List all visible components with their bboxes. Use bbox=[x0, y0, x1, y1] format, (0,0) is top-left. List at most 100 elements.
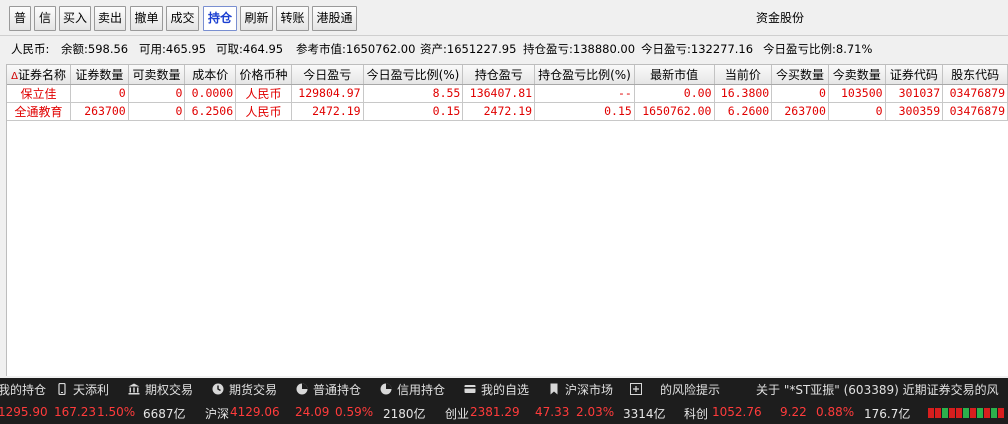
sort-indicator-icon: Δ bbox=[11, 70, 18, 82]
btn-normal[interactable]: 普 bbox=[9, 6, 31, 31]
col-header-currency[interactable]: 价格币种 bbox=[235, 65, 292, 85]
cell-sell-today: 103500 bbox=[828, 84, 886, 103]
cell-market-value: 1650762.00 bbox=[634, 102, 715, 121]
nav-add[interactable] bbox=[630, 381, 647, 399]
bookmark-icon bbox=[550, 383, 558, 395]
account-summary: 人民币: 余额:598.56 可用:465.95 可取:464.95 参考市值:… bbox=[0, 37, 1008, 62]
card-icon bbox=[464, 385, 476, 393]
btn-holdings[interactable]: 持仓 bbox=[203, 6, 237, 31]
cell-quantity: 263700 bbox=[70, 102, 129, 121]
cell-today-pl: 2472.19 bbox=[291, 102, 364, 121]
cell-cost-price: 0.0000 bbox=[184, 84, 237, 103]
sh-index-change: 167.23 bbox=[54, 405, 96, 419]
cy-index-label[interactable]: 创业 bbox=[445, 405, 469, 422]
cell-name: 保立佳 bbox=[7, 84, 72, 103]
holdings-table: Δ证券名称 证券数量 可卖数量 成本价 价格币种 今日盈亏 今日盈亏比例(%) … bbox=[7, 65, 1008, 121]
btn-transfer[interactable]: 转账 bbox=[276, 6, 309, 31]
toolbar: 普 信 买入 卖出 撤单 成交 持仓 刷新 转账 港股通 资金股份 bbox=[0, 0, 1008, 36]
pie-chart-icon bbox=[296, 383, 308, 395]
col-header-buy-today[interactable]: 今买数量 bbox=[771, 65, 829, 85]
cell-today-pl: 129804.97 bbox=[291, 84, 364, 103]
cell-sellable: 0 bbox=[128, 84, 186, 103]
col-header-name[interactable]: Δ证券名称 bbox=[7, 65, 72, 85]
col-header-sellable[interactable]: 可卖数量 bbox=[128, 65, 186, 85]
kc-index-pct: 0.88% bbox=[816, 405, 855, 419]
kc-index-change: 9.22 bbox=[780, 405, 807, 419]
cell-position-pl: 136407.81 bbox=[462, 84, 536, 103]
nav-watchlist[interactable]: 我的自选 bbox=[464, 381, 529, 399]
btn-cancel-order[interactable]: 撤单 bbox=[130, 6, 163, 31]
table-row[interactable]: 全通教育 263700 0 6.2506 人民币 2472.19 0.15 24… bbox=[7, 102, 1008, 121]
panel-title: 资金股份 bbox=[755, 11, 804, 25]
hs-index-pct: 0.59% bbox=[335, 405, 374, 419]
status-bar: 我的持仓 天添利 期权交易 期货交易 普通持仓 信用持仓 我的自选 沪深市场 的… bbox=[0, 378, 1008, 424]
cell-sellable: 0 bbox=[128, 102, 186, 121]
hs-index-label[interactable]: 沪深 bbox=[205, 405, 229, 422]
col-header-position-pl[interactable]: 持仓盈亏 bbox=[462, 65, 536, 85]
balance-value: 余额:598.56 bbox=[61, 42, 129, 56]
nav-credit-holdings[interactable]: 信用持仓 bbox=[380, 381, 445, 399]
cell-security-code: 300359 bbox=[885, 102, 944, 121]
pie-chart-icon bbox=[380, 383, 392, 395]
holdings-grid[interactable]: Δ证券名称 证券数量 可卖数量 成本价 价格币种 今日盈亏 今日盈亏比例(%) … bbox=[6, 64, 1008, 376]
nav-options[interactable]: 期权交易 bbox=[128, 381, 193, 399]
col-header-current-price[interactable]: 当前价 bbox=[714, 65, 773, 85]
btn-buy[interactable]: 买入 bbox=[59, 6, 91, 31]
col-header-quantity[interactable]: 证券数量 bbox=[70, 65, 129, 85]
col-header-cost-price[interactable]: 成本价 bbox=[184, 65, 237, 85]
cell-buy-today: 0 bbox=[771, 84, 829, 103]
col-header-holder-code[interactable]: 股东代码 bbox=[942, 65, 1008, 85]
col-header-position-pl-ratio[interactable]: 持仓盈亏比例(%) bbox=[534, 65, 635, 85]
sh-index-pct: 1.50% bbox=[97, 405, 136, 419]
withdrawable-value: 可取:464.95 bbox=[216, 42, 284, 56]
nav-shsz-market[interactable]: 沪深市场 bbox=[548, 381, 613, 399]
cell-sell-today: 0 bbox=[828, 102, 886, 121]
cell-position-pl-ratio: -- bbox=[534, 84, 635, 103]
cell-cost-price: 6.2506 bbox=[184, 102, 237, 121]
market-breadth-icon bbox=[928, 408, 1006, 418]
cell-buy-today: 263700 bbox=[771, 102, 829, 121]
sh-index-value: 1295.90 bbox=[0, 405, 48, 419]
market-value: 参考市值:1650762.00 bbox=[296, 42, 416, 56]
kc-index-amount: 176.7亿 bbox=[864, 407, 911, 421]
quick-nav: 我的持仓 天添利 期权交易 期货交易 普通持仓 信用持仓 我的自选 沪深市场 的… bbox=[0, 378, 1008, 401]
col-header-sell-today[interactable]: 今卖数量 bbox=[828, 65, 886, 85]
cell-name: 全通教育 bbox=[7, 102, 72, 121]
cell-currency: 人民币 bbox=[235, 102, 292, 121]
hs-index-amount: 2180亿 bbox=[383, 407, 426, 421]
cy-index-pct: 2.03% bbox=[576, 405, 615, 419]
col-header-today-pl-ratio[interactable]: 今日盈亏比例(%) bbox=[363, 65, 464, 85]
cell-current-price: 16.3800 bbox=[714, 84, 773, 103]
cell-market-value: 0.00 bbox=[634, 84, 715, 103]
table-row[interactable]: 保立佳 0 0 0.0000 人民币 129804.97 8.55 136407… bbox=[7, 84, 1008, 103]
nav-tiantianli[interactable]: 天添利 bbox=[56, 381, 109, 399]
bank-icon bbox=[128, 383, 140, 395]
btn-refresh[interactable]: 刷新 bbox=[240, 6, 273, 31]
col-header-security-code[interactable]: 证券代码 bbox=[885, 65, 944, 85]
nav-normal-holdings[interactable]: 普通持仓 bbox=[296, 381, 361, 399]
kc-index-value: 1052.76 bbox=[712, 405, 762, 419]
cell-position-pl: 2472.19 bbox=[462, 102, 536, 121]
cell-today-pl-ratio: 8.55 bbox=[363, 84, 464, 103]
table-header-row: Δ证券名称 证券数量 可卖数量 成本价 价格币种 今日盈亏 今日盈亏比例(%) … bbox=[7, 65, 1008, 85]
risk-notice-link[interactable]: 关于 "*ST亚振" (603389) 近期证券交易的风 bbox=[756, 381, 999, 399]
col-header-market-value[interactable]: 最新市值 bbox=[634, 65, 715, 85]
cell-holder-code: 03476879 bbox=[942, 84, 1008, 103]
today-pl-value: 今日盈亏:132277.16 bbox=[641, 42, 754, 56]
btn-hk-connect[interactable]: 港股通 bbox=[312, 6, 357, 31]
nav-futures[interactable]: 期货交易 bbox=[212, 381, 277, 399]
hs-index-value: 4129.06 bbox=[230, 405, 280, 419]
btn-deals[interactable]: 成交 bbox=[166, 6, 199, 31]
col-header-today-pl[interactable]: 今日盈亏 bbox=[291, 65, 364, 85]
btn-sell[interactable]: 卖出 bbox=[94, 6, 126, 31]
today-pl-ratio-value: 今日盈亏比例:8.71% bbox=[763, 42, 873, 56]
nav-my-holdings[interactable]: 我的持仓 bbox=[0, 381, 46, 399]
risk-notice-title[interactable]: 的风险提示 bbox=[660, 381, 720, 399]
btn-credit[interactable]: 信 bbox=[34, 6, 56, 31]
cell-today-pl-ratio: 0.15 bbox=[363, 102, 464, 121]
cell-current-price: 6.2600 bbox=[714, 102, 773, 121]
position-pl-value: 持仓盈亏:138880.00 bbox=[523, 42, 636, 56]
currency-label: 人民币: bbox=[11, 42, 50, 56]
kc-index-label[interactable]: 科创 bbox=[684, 405, 708, 422]
clock-icon bbox=[212, 383, 224, 395]
